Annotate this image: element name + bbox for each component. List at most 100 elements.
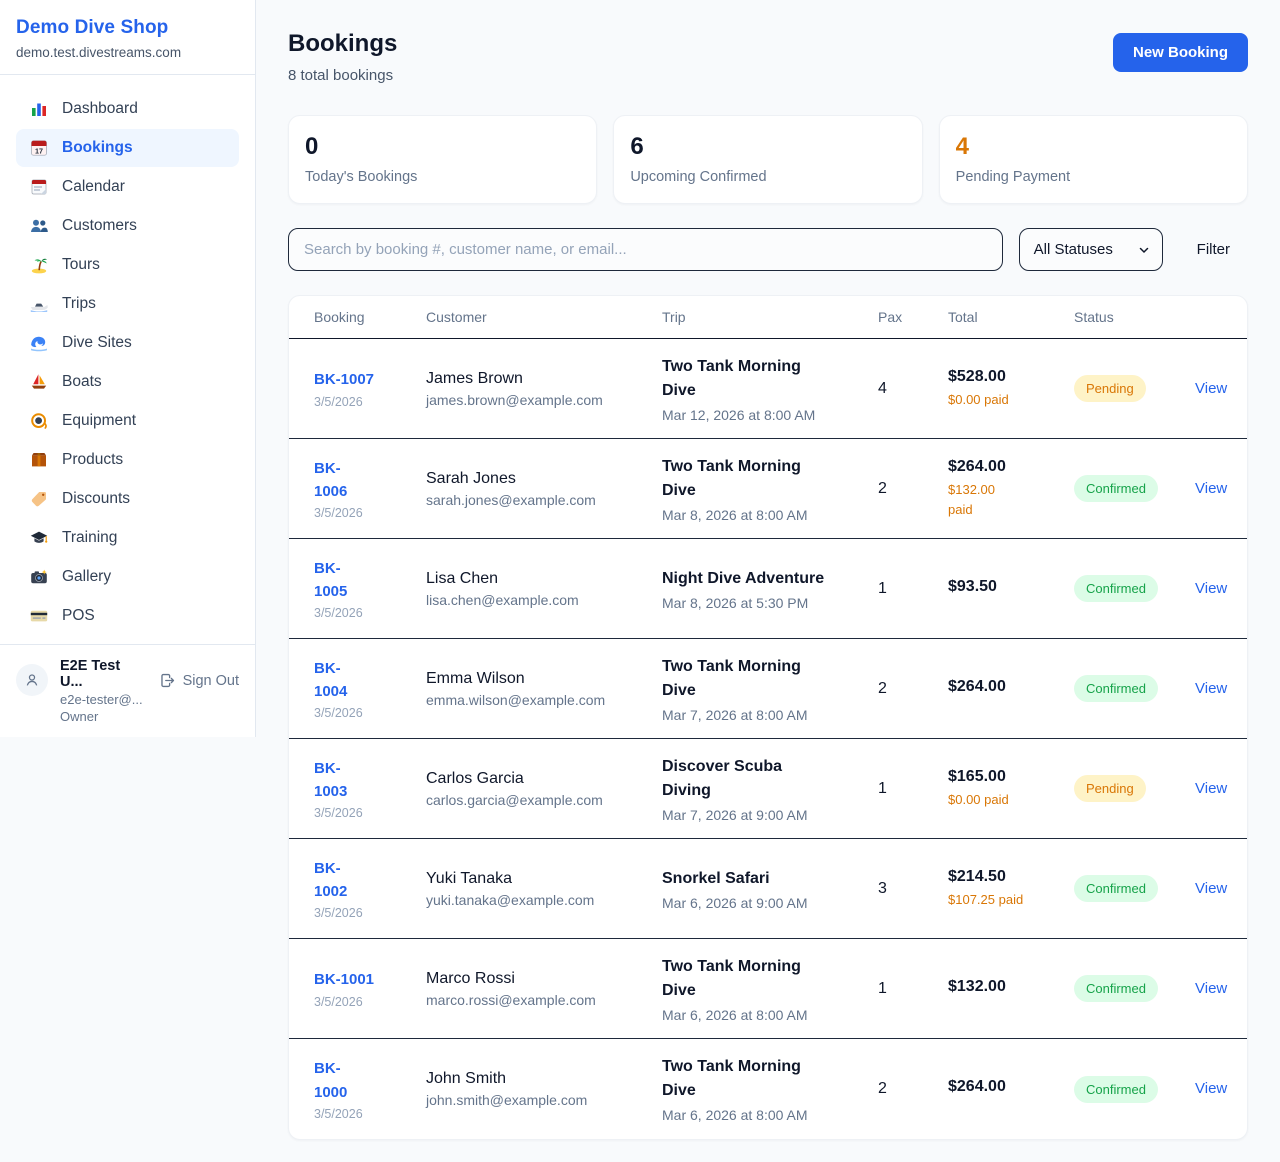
customer-name: James Brown <box>426 370 662 388</box>
trip-time: Mar 7, 2026 at 9:00 AM <box>662 807 878 823</box>
table-row: BK-1001 3/5/2026 Marco Rossi marco.rossi… <box>289 939 1247 1039</box>
view-link[interactable]: View <box>1195 980 1227 997</box>
sidebar-item-equipment[interactable]: Equipment <box>16 402 239 440</box>
status-cell: Confirmed <box>1074 675 1195 702</box>
booking-date: 3/5/2026 <box>314 806 426 820</box>
booking-cell: BK- 1005 3/5/2026 <box>314 557 426 621</box>
view-link[interactable]: View <box>1195 780 1227 797</box>
shop-domain: demo.test.divestreams.com <box>16 45 239 60</box>
status-badge: Confirmed <box>1074 475 1158 502</box>
column-header-customer: Customer <box>426 309 662 325</box>
table-row: BK- 1006 3/5/2026 Sarah Jones sarah.jone… <box>289 439 1247 539</box>
logout-icon <box>159 672 176 689</box>
paid-amount: $0.00 paid <box>948 390 1074 410</box>
status-cell: Confirmed <box>1074 475 1195 502</box>
customer-email: carlos.garcia@example.com <box>426 792 662 808</box>
paid-amount: $107.25 paid <box>948 890 1074 910</box>
pax-cell: 1 <box>878 580 948 598</box>
sidebar-item-dashboard[interactable]: Dashboard <box>16 90 239 128</box>
column-header-booking: Booking <box>314 309 426 325</box>
customer-cell: Yuki Tanaka yuki.tanaka@example.com <box>426 870 662 908</box>
trip-cell: Discover Scuba Diving Mar 7, 2026 at 9:0… <box>662 755 878 823</box>
stat-label: Upcoming Confirmed <box>630 169 905 185</box>
wave-icon <box>29 333 49 353</box>
view-link[interactable]: View <box>1195 380 1227 397</box>
view-cell: View <box>1195 880 1227 898</box>
booking-date: 3/5/2026 <box>314 395 426 409</box>
user-name: E2E Test U... <box>60 658 147 690</box>
sidebar-item-products[interactable]: Products <box>16 441 239 479</box>
sign-out-button[interactable]: Sign Out <box>159 672 239 689</box>
booking-cell: BK- 1003 3/5/2026 <box>314 757 426 821</box>
customer-cell: Sarah Jones sarah.jones@example.com <box>426 470 662 508</box>
trip-time: Mar 8, 2026 at 8:00 AM <box>662 507 878 523</box>
sidebar-item-boats[interactable]: Boats <box>16 363 239 401</box>
customer-email: yuki.tanaka@example.com <box>426 892 662 908</box>
sidebar-item-training[interactable]: Training <box>16 519 239 557</box>
sidebar-item-dive-sites[interactable]: Dive Sites <box>16 324 239 362</box>
total-amount: $264.00 <box>948 458 1074 476</box>
booking-id-link[interactable]: BK- 1004 <box>314 657 426 704</box>
status-badge: Confirmed <box>1074 675 1158 702</box>
search-input[interactable] <box>288 228 1003 271</box>
view-link[interactable]: View <box>1195 580 1227 597</box>
booking-id-link[interactable]: BK-1007 <box>314 368 426 391</box>
booking-id-link[interactable]: BK- 1000 <box>314 1057 426 1104</box>
table-body: BK-1007 3/5/2026 James Brown james.brown… <box>289 339 1247 1139</box>
booking-id-link[interactable]: BK-1001 <box>314 968 426 991</box>
booking-date: 3/5/2026 <box>314 1107 426 1121</box>
booking-id-link[interactable]: BK- 1006 <box>314 457 426 504</box>
sidebar-item-bookings[interactable]: 17 Bookings <box>16 129 239 167</box>
view-cell: View <box>1195 980 1227 998</box>
view-cell: View <box>1195 380 1227 398</box>
view-link[interactable]: View <box>1195 1080 1227 1097</box>
page-subtitle: 8 total bookings <box>288 67 397 84</box>
avatar <box>16 664 48 696</box>
new-booking-button[interactable]: New Booking <box>1113 33 1248 72</box>
booking-id-link[interactable]: BK- 1002 <box>314 857 426 904</box>
table-row: BK- 1003 3/5/2026 Carlos Garcia carlos.g… <box>289 739 1247 839</box>
booking-cell: BK- 1006 3/5/2026 <box>314 457 426 521</box>
sidebar-item-tours[interactable]: Tours <box>16 246 239 284</box>
booking-id-link[interactable]: BK- 1003 <box>314 757 426 804</box>
view-link[interactable]: View <box>1195 880 1227 897</box>
page-heading-group: Bookings 8 total bookings <box>288 30 397 84</box>
filter-button[interactable]: Filter <box>1179 241 1248 258</box>
stat-value: 6 <box>630 133 905 161</box>
sidebar-item-customers[interactable]: Customers <box>16 207 239 245</box>
trip-name: Night Dive Adventure <box>662 567 878 591</box>
trip-cell: Two Tank Morning Dive Mar 12, 2026 at 8:… <box>662 355 878 423</box>
total-amount: $264.00 <box>948 678 1074 696</box>
total-cell: $214.50 $107.25 paid <box>948 868 1074 910</box>
stat-card: 0 Today's Bookings <box>288 115 597 204</box>
paid-amount: $0.00 paid <box>948 790 1074 810</box>
package-icon <box>29 450 49 470</box>
customer-name: Marco Rossi <box>426 970 662 988</box>
page-title: Bookings <box>288 30 397 58</box>
column-header-status: Status <box>1074 309 1195 325</box>
tear-calendar-icon <box>29 177 49 197</box>
sidebar-item-discounts[interactable]: Discounts <box>16 480 239 518</box>
stat-label: Pending Payment <box>956 169 1231 185</box>
sidebar-item-calendar[interactable]: Calendar <box>16 168 239 206</box>
sailboat-icon <box>29 372 49 392</box>
sidebar-item-gallery[interactable]: Gallery <box>16 558 239 596</box>
status-badge: Confirmed <box>1074 1076 1158 1103</box>
total-cell: $528.00 $0.00 paid <box>948 368 1074 410</box>
trip-time: Mar 6, 2026 at 8:00 AM <box>662 1107 878 1123</box>
pax-cell: 1 <box>878 980 948 998</box>
stat-card: 4 Pending Payment <box>939 115 1248 204</box>
sidebar-item-trips[interactable]: Trips <box>16 285 239 323</box>
grad-cap-icon <box>29 528 49 548</box>
booking-id-link[interactable]: BK- 1005 <box>314 557 426 604</box>
total-amount: $214.50 <box>948 868 1074 886</box>
island-icon <box>29 255 49 275</box>
status-cell: Confirmed <box>1074 575 1195 602</box>
view-link[interactable]: View <box>1195 480 1227 497</box>
status-select[interactable]: All Statuses <box>1019 228 1163 271</box>
user-email: e2e-tester@... <box>60 692 147 707</box>
calendar-date-icon: 17 <box>29 138 49 158</box>
trip-cell: Two Tank Morning Dive Mar 6, 2026 at 8:0… <box>662 1055 878 1123</box>
sidebar-item-pos[interactable]: POS <box>16 597 239 635</box>
view-link[interactable]: View <box>1195 680 1227 697</box>
